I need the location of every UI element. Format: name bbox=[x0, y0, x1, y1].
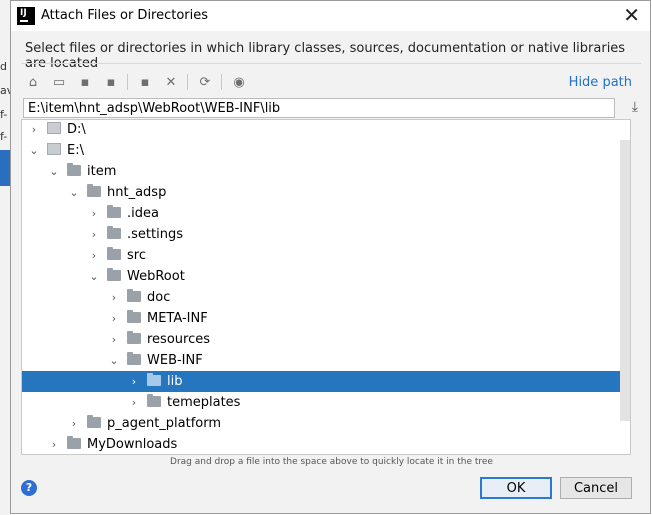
tree-row[interactable]: › D:\ bbox=[22, 120, 620, 140]
tree-row[interactable]: › .settings bbox=[22, 224, 620, 245]
folder-icon bbox=[107, 226, 121, 239]
background-window-strip: d av f- f- bbox=[0, 0, 13, 515]
file-chooser-toolbar: ⌂ ▭ ▪ ▪ ▪ ✕ ⟳ ◉ bbox=[23, 71, 633, 93]
chevron-right-icon[interactable]: › bbox=[88, 224, 100, 245]
folder-icon bbox=[127, 289, 141, 302]
home-icon[interactable]: ⌂ bbox=[23, 71, 43, 93]
attach-files-dialog: IJ Attach Files or Directories ✕ Select … bbox=[10, 0, 651, 514]
intellij-app-icon: IJ bbox=[17, 7, 35, 25]
chevron-right-icon[interactable]: › bbox=[128, 371, 140, 392]
tree-item-label: META-INF bbox=[147, 311, 208, 326]
chevron-down-icon[interactable]: ⌄ bbox=[68, 182, 80, 203]
download-icon[interactable]: ⤓ bbox=[632, 99, 638, 115]
chevron-right-icon[interactable]: › bbox=[108, 329, 120, 350]
tree-item-label: resources bbox=[147, 332, 211, 347]
background-text: d bbox=[0, 60, 7, 73]
tree-item-label: doc bbox=[147, 290, 171, 305]
folder-icon bbox=[87, 415, 101, 428]
path-input[interactable] bbox=[23, 98, 615, 118]
chevron-right-icon[interactable]: › bbox=[108, 287, 120, 308]
chevron-right-icon[interactable]: › bbox=[88, 245, 100, 266]
tree-item-label: WEB-INF bbox=[147, 353, 203, 368]
dialog-title: Attach Files or Directories bbox=[41, 8, 209, 23]
project-icon[interactable]: ▪ bbox=[75, 71, 95, 93]
cancel-button[interactable]: Cancel bbox=[560, 477, 632, 499]
tree-row[interactable]: › MyDownloads bbox=[22, 434, 620, 454]
tree-scrollbar[interactable] bbox=[620, 140, 630, 421]
refresh-icon[interactable]: ⟳ bbox=[195, 71, 215, 93]
folder-icon bbox=[107, 268, 121, 281]
help-icon[interactable]: ? bbox=[21, 480, 37, 496]
background-selection bbox=[0, 150, 10, 186]
folder-icon bbox=[67, 436, 81, 449]
tree-item-label: item bbox=[87, 164, 117, 179]
tree-item-label: D:\ bbox=[67, 122, 86, 137]
tree-row[interactable]: › temeplates bbox=[22, 392, 620, 413]
folder-icon bbox=[127, 352, 141, 365]
folder-icon bbox=[147, 373, 161, 386]
file-tree[interactable]: › MyDownloads › p_agent_platform › temeplates… bbox=[21, 119, 631, 455]
tree-item-label: .settings bbox=[127, 227, 183, 242]
title-bar[interactable]: IJ Attach Files or Directories ✕ bbox=[11, 1, 650, 31]
chevron-right-icon[interactable]: › bbox=[88, 203, 100, 224]
chevron-down-icon[interactable]: ⌄ bbox=[108, 350, 120, 371]
toolbar-separator bbox=[221, 74, 222, 90]
drive-icon bbox=[47, 143, 61, 155]
tree-row[interactable]: › src bbox=[22, 245, 620, 266]
desktop-icon[interactable]: ▭ bbox=[49, 71, 69, 93]
tree-item-label: hnt_adsp bbox=[107, 185, 167, 200]
chevron-down-icon[interactable]: ⌄ bbox=[88, 266, 100, 287]
tree-row[interactable]: ⌄ WEB-INF bbox=[22, 350, 620, 371]
folder-icon bbox=[147, 394, 161, 407]
chevron-down-icon[interactable]: ⌄ bbox=[28, 140, 40, 161]
folder-icon bbox=[87, 184, 101, 197]
drive-icon bbox=[47, 122, 61, 134]
drag-drop-hint: Drag and drop a file into the space abov… bbox=[170, 457, 493, 467]
delete-icon[interactable]: ✕ bbox=[161, 71, 181, 93]
tree-row[interactable]: › p_agent_platform bbox=[22, 413, 620, 434]
tree-row[interactable]: ⌄ WebRoot bbox=[22, 266, 620, 287]
chevron-right-icon[interactable]: › bbox=[68, 413, 80, 434]
hide-path-link[interactable]: Hide path bbox=[569, 75, 632, 90]
tree-row[interactable]: ⌄ hnt_adsp bbox=[22, 182, 620, 203]
background-text: f- bbox=[0, 130, 8, 143]
toolbar-separator bbox=[127, 74, 128, 90]
tree-row[interactable]: ⌄ item bbox=[22, 161, 620, 182]
chevron-down-icon[interactable]: ⌄ bbox=[48, 161, 60, 182]
tree-row[interactable]: › resources bbox=[22, 329, 620, 350]
dialog-description: Select files or directories in which lib… bbox=[25, 41, 626, 71]
background-text: f- bbox=[0, 108, 8, 121]
chevron-right-icon[interactable]: › bbox=[48, 434, 60, 454]
separator bbox=[21, 63, 641, 64]
folder-icon bbox=[67, 163, 81, 176]
tree-row[interactable]: › .idea bbox=[22, 203, 620, 224]
show-hidden-icon[interactable]: ◉ bbox=[229, 71, 249, 93]
tree-item-label: src bbox=[127, 248, 146, 263]
close-icon[interactable]: ✕ bbox=[623, 4, 640, 26]
folder-icon bbox=[107, 205, 121, 218]
toolbar-separator bbox=[187, 74, 188, 90]
chevron-right-icon[interactable]: › bbox=[108, 308, 120, 329]
folder-icon bbox=[107, 247, 121, 260]
tree-row[interactable]: › META-INF bbox=[22, 308, 620, 329]
chevron-right-icon[interactable]: › bbox=[28, 120, 40, 140]
tree-row[interactable]: › lib bbox=[22, 371, 620, 392]
tree-item-label: MyDownloads bbox=[87, 437, 178, 452]
tree-item-label: .idea bbox=[127, 206, 159, 221]
tree-item-label: temeplates bbox=[167, 395, 241, 410]
tree-row[interactable]: › doc bbox=[22, 287, 620, 308]
module-icon[interactable]: ▪ bbox=[101, 71, 121, 93]
new-folder-icon[interactable]: ▪ bbox=[135, 71, 155, 93]
chevron-right-icon[interactable]: › bbox=[128, 392, 140, 413]
tree-item-label: WebRoot bbox=[127, 269, 185, 284]
tree-item-label: p_agent_platform bbox=[107, 416, 222, 431]
ok-button[interactable]: OK bbox=[480, 477, 552, 499]
folder-icon bbox=[127, 310, 141, 323]
tree-row[interactable]: ⌄ E:\ bbox=[22, 140, 620, 161]
folder-icon bbox=[127, 331, 141, 344]
tree-item-label: lib bbox=[167, 374, 183, 389]
tree-item-label: E:\ bbox=[67, 143, 84, 158]
